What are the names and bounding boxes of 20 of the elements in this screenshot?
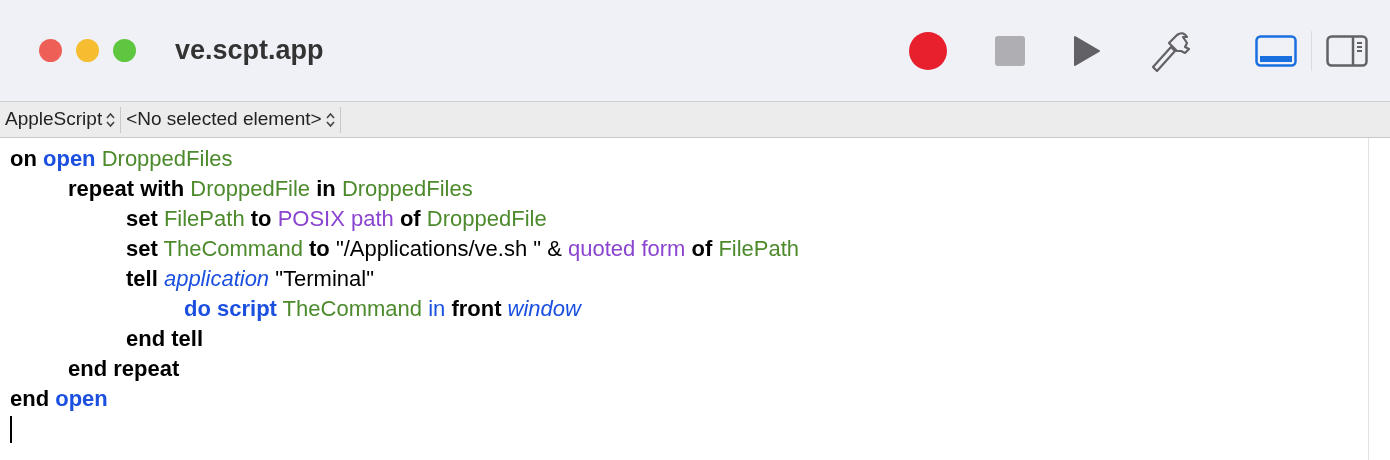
text-cursor bbox=[10, 416, 12, 443]
code-line: end repeat bbox=[68, 355, 180, 383]
navigation-popup[interactable]: AppleScript bbox=[0, 106, 122, 133]
updown-chevron-icon bbox=[106, 111, 116, 128]
code-line: tell application "Terminal" bbox=[126, 265, 374, 293]
navigation-popup[interactable]: <No selected element> bbox=[121, 106, 341, 133]
side-pane-toggle[interactable] bbox=[1326, 34, 1368, 67]
code-line: set TheCommand to "/Applications/ve.sh " & quoted form of FilePath bbox=[126, 235, 800, 263]
close-button[interactable] bbox=[39, 39, 62, 62]
code-line: end open bbox=[10, 385, 108, 413]
code-line: set FilePath to POSIX path of DroppedFile bbox=[126, 205, 547, 233]
run-button[interactable] bbox=[1073, 34, 1101, 67]
code-line: on open DroppedFiles bbox=[10, 145, 233, 173]
code-line: end tell bbox=[126, 325, 203, 353]
updown-chevron-icon bbox=[325, 111, 335, 128]
bottom-pane-toggle[interactable] bbox=[1255, 34, 1297, 67]
code-line: repeat with DroppedFile in DroppedFiles bbox=[68, 175, 473, 203]
code-line: do script TheCommand in front window bbox=[184, 295, 581, 323]
window-title: ve.scpt.app bbox=[175, 34, 324, 68]
record-button[interactable] bbox=[909, 31, 947, 70]
